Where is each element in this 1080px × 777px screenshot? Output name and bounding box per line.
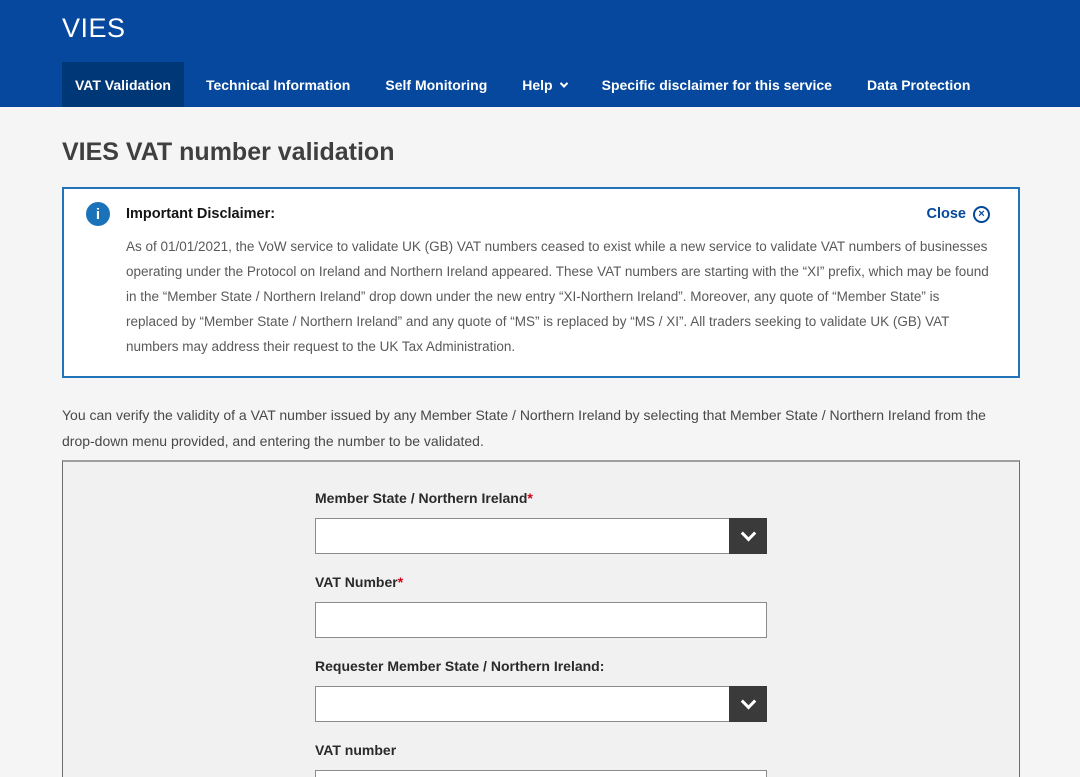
nav-tab-label: Data Protection bbox=[867, 77, 970, 93]
close-icon: × bbox=[973, 206, 990, 223]
page-title: VIES VAT number validation bbox=[62, 138, 1080, 167]
nav-tab-label: Help bbox=[522, 77, 552, 93]
nav-tab-vat-validation[interactable]: VAT Validation bbox=[62, 62, 184, 107]
nav-tab-help[interactable]: Help bbox=[509, 62, 579, 107]
requester-vat-number-input[interactable] bbox=[315, 770, 767, 777]
requester-member-state-select[interactable] bbox=[315, 686, 767, 722]
dropdown-button[interactable] bbox=[729, 518, 767, 554]
main-nav: VAT Validation Technical Information Sel… bbox=[62, 62, 1080, 107]
disclaimer-heading: Important Disclaimer: bbox=[126, 206, 927, 222]
nav-tab-self-monitoring[interactable]: Self Monitoring bbox=[372, 62, 500, 107]
intro-text: You can verify the validity of a VAT num… bbox=[62, 402, 1022, 454]
vat-number-input[interactable] bbox=[315, 602, 767, 638]
nav-tab-specific-disclaimer[interactable]: Specific disclaimer for this service bbox=[589, 62, 845, 107]
nav-tab-label: Specific disclaimer for this service bbox=[602, 77, 832, 93]
disclaimer-header: i Important Disclaimer: Close × bbox=[86, 202, 990, 226]
requester-vat-number-field: VAT number bbox=[315, 742, 767, 777]
vat-number-label: VAT Number* bbox=[315, 574, 767, 590]
required-marker: * bbox=[527, 490, 532, 506]
nav-tab-label: Self Monitoring bbox=[385, 77, 487, 93]
app-title[interactable]: VIES bbox=[62, 13, 126, 44]
requester-vat-number-label: VAT number bbox=[315, 742, 767, 758]
main-content: VIES VAT number validation i Important D… bbox=[0, 138, 1080, 777]
disclaimer-box: i Important Disclaimer: Close × As of 01… bbox=[62, 187, 1020, 378]
member-state-field: Member State / Northern Ireland* bbox=[315, 490, 767, 554]
vat-number-field: VAT Number* bbox=[315, 574, 767, 638]
requester-member-state-label: Requester Member State / Northern Irelan… bbox=[315, 658, 767, 674]
member-state-label: Member State / Northern Ireland* bbox=[315, 490, 767, 506]
chevron-down-icon bbox=[559, 79, 567, 87]
info-icon: i bbox=[86, 202, 110, 226]
nav-tab-technical-information[interactable]: Technical Information bbox=[193, 62, 363, 107]
close-button[interactable]: Close × bbox=[927, 206, 991, 223]
vat-validation-form: Member State / Northern Ireland* VAT Num… bbox=[62, 460, 1020, 777]
nav-tab-data-protection[interactable]: Data Protection bbox=[854, 62, 983, 107]
nav-tab-label: Technical Information bbox=[206, 77, 350, 93]
chevron-down-icon bbox=[740, 525, 756, 541]
member-state-select[interactable] bbox=[315, 518, 767, 554]
nav-tab-label: VAT Validation bbox=[75, 77, 171, 93]
chevron-down-icon bbox=[740, 693, 756, 709]
close-button-label: Close bbox=[927, 206, 967, 222]
requester-member-state-field: Requester Member State / Northern Irelan… bbox=[315, 658, 767, 722]
dropdown-button[interactable] bbox=[729, 686, 767, 722]
required-marker: * bbox=[398, 574, 403, 590]
disclaimer-body: As of 01/01/2021, the VoW service to val… bbox=[126, 234, 990, 359]
app-header: VIES VAT Validation Technical Informatio… bbox=[0, 0, 1080, 107]
